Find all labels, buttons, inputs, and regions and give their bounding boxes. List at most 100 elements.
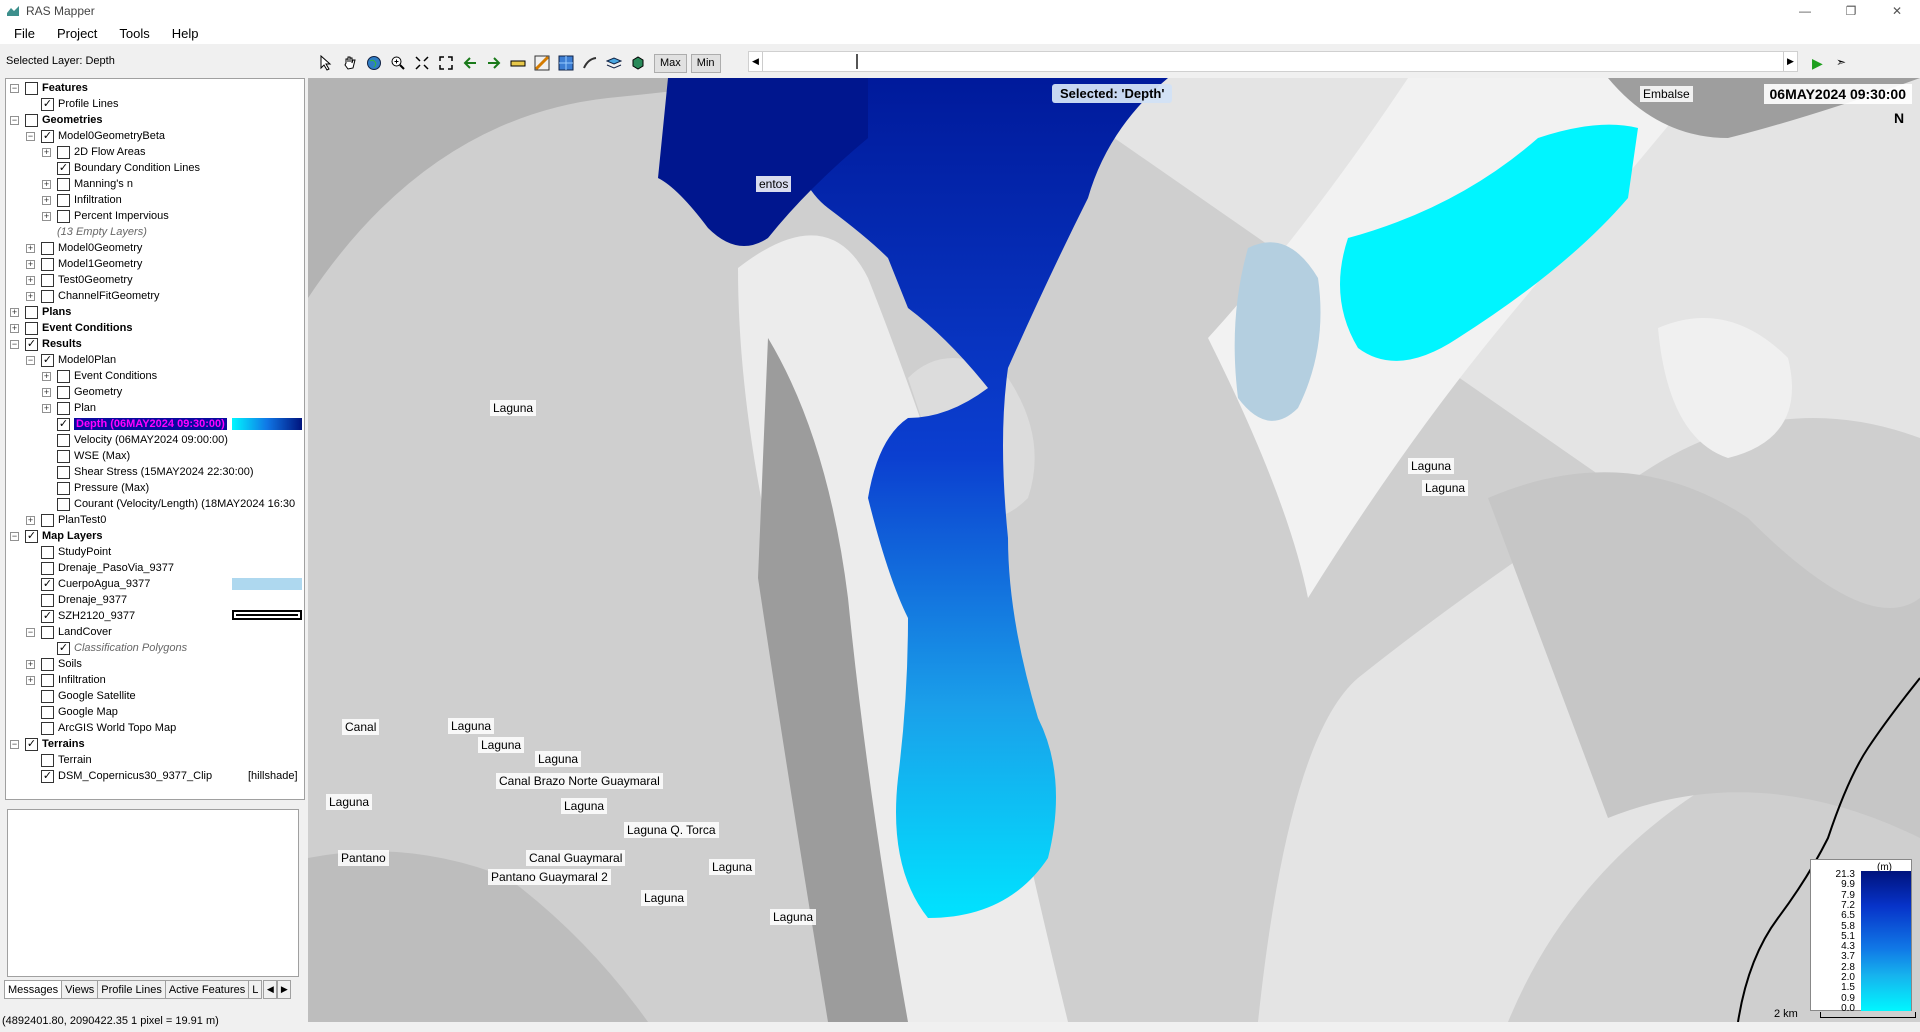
expand-icon[interactable]: +: [26, 291, 35, 301]
layer-checkbox[interactable]: ✓: [57, 161, 70, 175]
layer-label[interactable]: Results: [42, 338, 82, 350]
expand-icon[interactable]: +: [42, 147, 51, 157]
menu-project[interactable]: Project: [43, 26, 105, 41]
menu-tools[interactable]: Tools: [105, 26, 157, 41]
layer-row[interactable]: + Geometry: [42, 384, 122, 400]
layer-checkbox[interactable]: [41, 721, 54, 735]
expand-icon[interactable]: +: [10, 323, 19, 333]
layer-checkbox[interactable]: ✓: [57, 641, 70, 655]
expand-icon[interactable]: +: [42, 195, 51, 205]
collapse-icon[interactable]: −: [10, 739, 19, 749]
layer-label[interactable]: Map Layers: [42, 530, 103, 542]
3d-view-icon[interactable]: [626, 52, 650, 74]
layer-label[interactable]: Google Map: [58, 706, 118, 718]
expand-icon[interactable]: +: [42, 387, 51, 397]
layer-label[interactable]: ArcGIS World Topo Map: [58, 722, 176, 734]
expand-icon[interactable]: +: [42, 211, 51, 221]
layer-checkbox[interactable]: [41, 673, 54, 687]
layer-row[interactable]: + Model0Geometry: [26, 240, 142, 256]
slider-thumb[interactable]: [856, 54, 858, 69]
tab-scroll-right-icon[interactable]: ▶: [277, 980, 292, 999]
layer-label[interactable]: StudyPoint: [58, 546, 111, 558]
layer-row[interactable]: StudyPoint: [26, 544, 111, 560]
layer-label[interactable]: PlanTest0: [58, 514, 106, 526]
layer-label[interactable]: Model1Geometry: [58, 258, 142, 270]
layer-checkbox[interactable]: [41, 753, 54, 767]
zoom-in-icon[interactable]: [386, 52, 410, 74]
expand-icon[interactable]: +: [26, 515, 35, 525]
layer-label[interactable]: LandCover: [58, 626, 112, 638]
layer-checkbox[interactable]: [57, 385, 70, 399]
zoom-extent-icon[interactable]: [410, 52, 434, 74]
layer-checkbox[interactable]: [41, 625, 54, 639]
layer-row[interactable]: Velocity (06MAY2024 09:00:00): [42, 432, 228, 448]
layer-label[interactable]: Event Conditions: [42, 322, 132, 334]
layer-label[interactable]: Features: [42, 82, 88, 94]
layer-row[interactable]: − Features: [10, 80, 88, 96]
layer-row[interactable]: ✓ DSM_Copernicus30_9377_Clip: [26, 768, 212, 784]
layer-label[interactable]: Depth (06MAY2024 09:30:00): [74, 418, 227, 430]
layer-row[interactable]: − ✓ Terrains: [10, 736, 85, 752]
layer-label[interactable]: Boundary Condition Lines: [74, 162, 200, 174]
tab-messages[interactable]: Messages: [4, 980, 63, 999]
layer-row[interactable]: + Percent Impervious: [42, 208, 169, 224]
expand-icon[interactable]: +: [26, 259, 35, 269]
layer-checkbox[interactable]: [57, 177, 70, 191]
layer-row[interactable]: + Plan: [42, 400, 96, 416]
layer-label[interactable]: Model0Plan: [58, 354, 116, 366]
layer-checkbox[interactable]: ✓: [41, 97, 54, 111]
layer-row[interactable]: +2D Flow Areas: [42, 144, 146, 160]
layer-row[interactable]: ✓ Depth (06MAY2024 09:30:00): [42, 416, 227, 432]
layer-row[interactable]: + Event Conditions: [10, 320, 132, 336]
layer-checkbox[interactable]: [41, 289, 54, 303]
layer-label[interactable]: (13 Empty Layers): [57, 226, 147, 238]
layer-row[interactable]: ✓ Boundary Condition Lines: [42, 160, 200, 176]
layer-row[interactable]: WSE (Max): [42, 448, 130, 464]
layer-label[interactable]: Model0GeometryBeta: [58, 130, 165, 142]
layer-checkbox[interactable]: [41, 705, 54, 719]
layer-label[interactable]: Infiltration: [58, 674, 106, 686]
collapse-icon[interactable]: −: [10, 531, 19, 541]
expand-icon[interactable]: +: [26, 675, 35, 685]
menu-help[interactable]: Help: [158, 26, 207, 41]
collapse-icon[interactable]: −: [10, 339, 19, 349]
layer-label[interactable]: Plan: [74, 402, 96, 414]
expand-icon[interactable]: +: [42, 371, 51, 381]
layer-row[interactable]: + Infiltration: [42, 192, 122, 208]
layer-label[interactable]: Soils: [58, 658, 82, 670]
layer-row[interactable]: ArcGIS World Topo Map: [26, 720, 176, 736]
layer-row[interactable]: Courant (Velocity/Length) (18MAY2024 16:…: [42, 496, 295, 512]
layer-label[interactable]: DSM_Copernicus30_9377_Clip: [58, 770, 212, 782]
layer-checkbox[interactable]: [41, 241, 54, 255]
layer-row[interactable]: − ✓ Results: [10, 336, 82, 352]
layer-checkbox[interactable]: [25, 113, 38, 127]
tab-active-features[interactable]: Active Features: [164, 980, 250, 999]
layers-icon[interactable]: [602, 52, 626, 74]
layer-label[interactable]: Plans: [42, 306, 71, 318]
layer-row[interactable]: − ✓ Map Layers: [10, 528, 103, 544]
layer-checkbox[interactable]: [41, 545, 54, 559]
collapse-icon[interactable]: −: [10, 115, 19, 125]
layer-label[interactable]: Courant (Velocity/Length) (18MAY2024 16:…: [74, 498, 295, 510]
layer-checkbox[interactable]: [57, 433, 70, 447]
layer-checkbox[interactable]: ✓: [41, 577, 54, 591]
layer-row[interactable]: − LandCover: [26, 624, 112, 640]
tab-scroll-left-icon[interactable]: ◀: [263, 980, 278, 999]
tab-profile-lines[interactable]: Profile Lines: [97, 980, 166, 999]
layer-row[interactable]: Drenaje_9377: [26, 592, 127, 608]
layer-label[interactable]: Terrain: [58, 754, 92, 766]
layer-label[interactable]: Manning's n: [74, 178, 133, 190]
layer-checkbox[interactable]: ✓: [41, 353, 54, 367]
collapse-icon[interactable]: −: [26, 355, 35, 365]
max-button[interactable]: Max: [654, 53, 687, 73]
layer-checkbox[interactable]: [41, 273, 54, 287]
layer-row[interactable]: + Event Conditions: [42, 368, 157, 384]
layer-checkbox[interactable]: [57, 449, 70, 463]
layer-checkbox[interactable]: [41, 257, 54, 271]
layer-row[interactable]: − Geometries: [10, 112, 103, 128]
layer-row[interactable]: Drenaje_PasoVia_9377: [26, 560, 174, 576]
layer-label[interactable]: CuerpoAgua_9377: [58, 578, 150, 590]
profile-tool-icon[interactable]: [578, 52, 602, 74]
layer-checkbox[interactable]: [41, 561, 54, 575]
layer-row[interactable]: ✓ SZH2120_9377: [26, 608, 135, 624]
